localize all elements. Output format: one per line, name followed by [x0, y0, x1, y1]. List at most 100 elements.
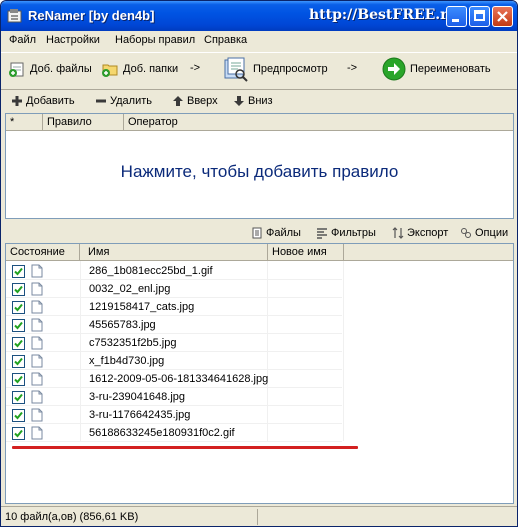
preview-label: Предпросмотр: [253, 63, 328, 75]
rules-col-operator[interactable]: Оператор: [124, 114, 513, 131]
add-rule-button[interactable]: Добавить: [11, 95, 75, 107]
file-row[interactable]: 1219158417_cats.jpg: [6, 298, 346, 316]
add-folders-button[interactable]: Доб. папки: [101, 58, 178, 80]
files-col-status[interactable]: Состояние: [6, 244, 80, 261]
file-row[interactable]: 1612-2009-05-06-181334641628.jpg: [6, 370, 346, 388]
file-name: x_f1b4d730.jpg: [89, 355, 165, 367]
rename-button[interactable]: Переименовать: [382, 56, 491, 82]
title-bar[interactable]: ReNamer [by den4b] http://BestFREE.ru: [1, 1, 517, 31]
app-icon: [7, 9, 22, 23]
file-name: 1612-2009-05-06-181334641628.jpg: [89, 373, 269, 385]
file-checkbox[interactable]: [12, 337, 25, 350]
watermark-text: http://BestFREE.ru: [309, 7, 458, 23]
filter-icon: [317, 228, 327, 239]
file-name: c7532351f2b5.jpg: [89, 337, 177, 349]
options-label: Опции: [475, 227, 509, 239]
rules-col-rule[interactable]: Правило: [43, 114, 124, 131]
export-label: Экспорт: [407, 227, 449, 239]
rules-toolbar: Добавить Удалить Вверх Вниз: [1, 89, 517, 111]
file-checkbox[interactable]: [12, 319, 25, 332]
filters-button[interactable]: Фильтры: [316, 227, 376, 239]
export-button[interactable]: Экспорт: [392, 227, 448, 239]
filters-label: Фильтры: [331, 227, 376, 239]
file-row[interactable]: c7532351f2b5.jpg: [6, 334, 346, 352]
maximize-button[interactable]: [469, 6, 490, 27]
move-down-label: Вниз: [248, 95, 273, 107]
preview-button[interactable]: Предпросмотр: [223, 55, 328, 83]
file-checkbox[interactable]: [12, 373, 25, 386]
files-icon: [252, 227, 262, 239]
files-col-new-name[interactable]: Новое имя: [268, 244, 344, 261]
export-icon: [392, 227, 404, 239]
status-bar: 10 файл(а,ов) (856,61 KB): [1, 506, 517, 526]
file-row[interactable]: 45565783.jpg: [6, 316, 346, 334]
files-toolbar: Файлы Фильтры Экспорт Опции: [1, 223, 517, 243]
file-checkbox[interactable]: [12, 283, 25, 296]
arrow-up-icon: [173, 96, 183, 106]
file-checkbox[interactable]: [12, 391, 25, 404]
main-toolbar: Доб. файлы Доб. папки -> Предпросмотр ->: [1, 52, 517, 86]
files-list[interactable]: Состояние Имя Новое имя 286_1b081ecc25bd…: [5, 243, 514, 504]
minimize-icon: [452, 19, 459, 22]
file-row[interactable]: 3-ru-1176642435.jpg: [6, 406, 346, 424]
file-checkbox[interactable]: [12, 409, 25, 422]
renamer-window: ReNamer [by den4b] http://BestFREE.ru Фа…: [0, 0, 518, 527]
file-row[interactable]: 0032_02_enl.jpg: [6, 280, 346, 298]
file-checkbox[interactable]: [12, 265, 25, 278]
rules-col-star[interactable]: *: [6, 114, 43, 131]
file-name: 0032_02_enl.jpg: [89, 283, 171, 295]
rename-arrow-icon: [382, 57, 406, 81]
status-divider: [257, 509, 258, 525]
close-button[interactable]: [492, 6, 513, 27]
files-col-name[interactable]: Имя: [84, 244, 268, 261]
menu-bar: Файл Настройки Наборы правил Справка: [1, 31, 517, 51]
file-name: 1219158417_cats.jpg: [89, 301, 195, 313]
add-files-icon: [9, 62, 24, 77]
files-menu-label: Файлы: [266, 227, 301, 239]
move-up-label: Вверх: [187, 95, 218, 107]
add-folders-label: Доб. папки: [123, 63, 179, 75]
arrow-down-icon: [234, 96, 244, 106]
rules-list[interactable]: * Правило Оператор Нажмите, чтобы добави…: [5, 113, 514, 219]
add-files-button[interactable]: Доб. файлы: [8, 58, 92, 80]
move-up-button[interactable]: Вверх: [172, 95, 218, 107]
add-rule-prompt[interactable]: Нажмите, чтобы добавить правило: [6, 162, 513, 182]
file-name: 286_1b081ecc25bd_1.gif: [89, 265, 213, 277]
close-icon: [497, 11, 508, 22]
add-rule-label: Добавить: [26, 95, 75, 107]
menu-rule-sets[interactable]: Наборы правил: [115, 34, 195, 46]
window-title: ReNamer [by den4b]: [28, 8, 155, 23]
file-row[interactable]: 56188633245e180931f0c2.gif: [6, 424, 346, 442]
remove-rule-label: Удалить: [110, 95, 152, 107]
flow-arrow-2: ->: [347, 62, 358, 74]
options-button[interactable]: Опции: [460, 227, 508, 239]
menu-settings[interactable]: Настройки: [46, 34, 100, 46]
file-row[interactable]: 286_1b081ecc25bd_1.gif: [6, 262, 346, 280]
minimize-button[interactable]: [446, 6, 467, 27]
options-icon: [461, 228, 471, 238]
file-name: 3-ru-1176642435.jpg: [89, 409, 191, 421]
file-row[interactable]: x_f1b4d730.jpg: [6, 352, 346, 370]
add-folder-icon: [102, 64, 118, 77]
plus-icon: [12, 96, 22, 106]
file-row[interactable]: 3-ru-239041648.jpg: [6, 388, 346, 406]
file-checkbox[interactable]: [12, 427, 25, 440]
menu-file[interactable]: Файл: [9, 34, 36, 46]
maximize-icon: [474, 10, 485, 21]
add-files-label: Доб. файлы: [30, 63, 92, 75]
file-name: 45565783.jpg: [89, 319, 156, 331]
file-checkbox[interactable]: [12, 355, 25, 368]
highlight-underline: [12, 446, 358, 449]
file-name: 3-ru-239041648.jpg: [89, 391, 186, 403]
rename-label: Переименовать: [410, 63, 491, 75]
minus-icon: [96, 99, 106, 103]
files-header: Состояние Имя Новое имя: [6, 244, 513, 261]
remove-rule-button[interactable]: Удалить: [95, 95, 152, 107]
files-menu-button[interactable]: Файлы: [251, 227, 301, 239]
file-name: 56188633245e180931f0c2.gif: [89, 427, 235, 439]
status-file-count: 10 файл(а,ов) (856,61 KB): [5, 511, 139, 523]
file-checkbox[interactable]: [12, 301, 25, 314]
menu-help[interactable]: Справка: [204, 34, 247, 46]
move-down-button[interactable]: Вниз: [233, 95, 273, 107]
grid-line: [6, 441, 342, 442]
